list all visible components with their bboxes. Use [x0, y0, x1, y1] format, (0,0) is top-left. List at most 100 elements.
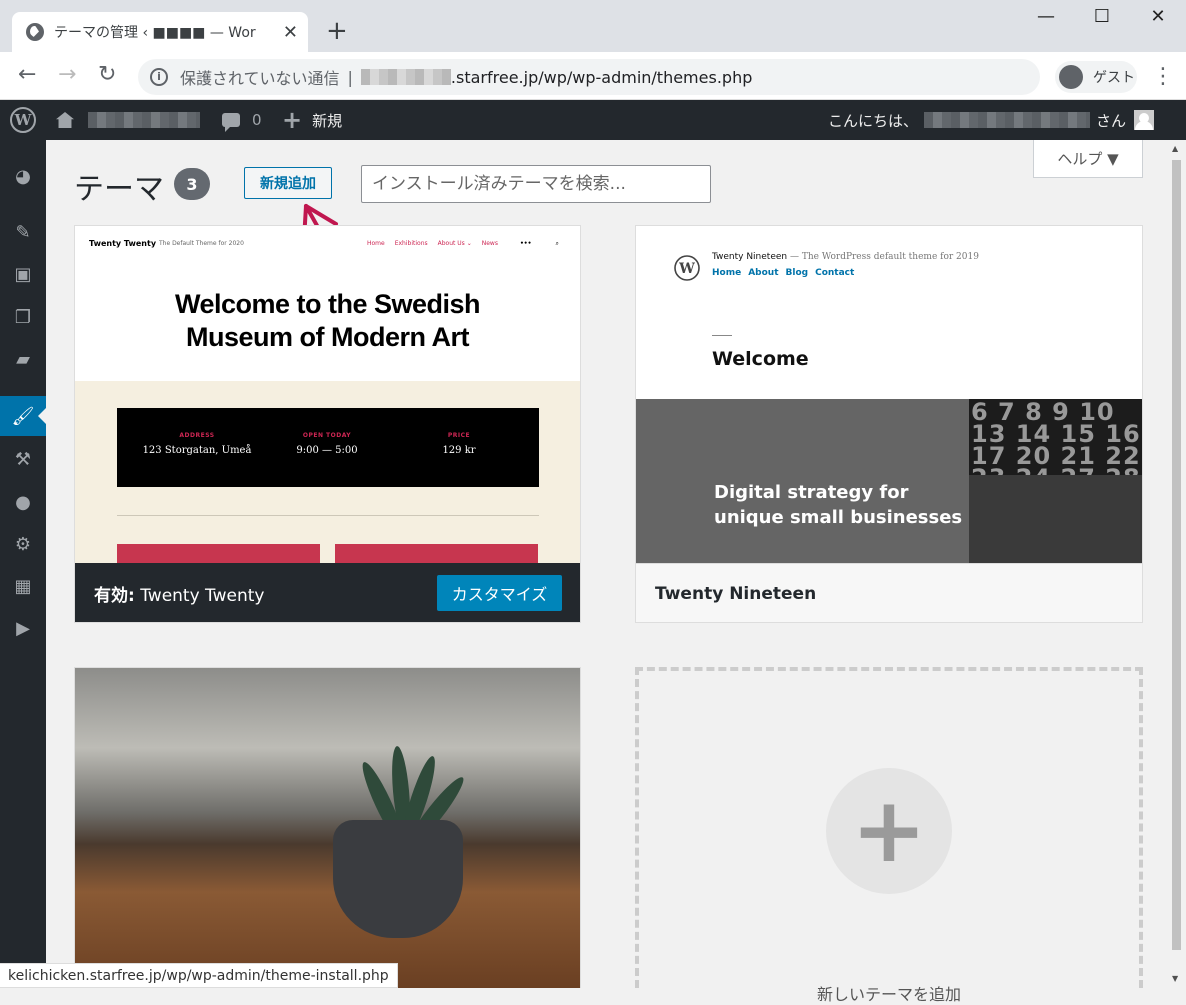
theme-name: Twenty Nineteen — [636, 563, 1142, 622]
preview-divider — [117, 515, 539, 516]
preview-info-col: ADDRESS 123 Storgatan, Umeå — [137, 432, 257, 456]
security-label: 保護されていない通信 — [180, 69, 340, 88]
greeting-label: こんにちは、 — [828, 111, 919, 130]
preview-welcome: Welcome — [712, 348, 809, 370]
preview-plant-area — [969, 475, 1142, 563]
page-scrollbar[interactable]: ▲ ▼ — [1168, 140, 1186, 988]
separator: | — [347, 67, 353, 87]
profile-button[interactable]: ゲスト — [1055, 61, 1137, 93]
reload-icon[interactable]: ↻ — [98, 64, 116, 86]
theme-card-third[interactable] — [74, 667, 581, 988]
preview-heading-line: Welcome to the Swedish — [174, 289, 481, 319]
preview-hero-line: Digital strategy for — [714, 482, 909, 503]
preview-info-value: 123 Storgatan, Umeå — [142, 445, 252, 456]
comments-icon[interactable]: ▰ — [9, 345, 37, 373]
pin-icon[interactable]: ✎ — [9, 218, 37, 246]
home-icon — [56, 112, 74, 128]
preview-nav-item: Home — [712, 268, 742, 278]
appearance-icon[interactable]: 🖌 — [0, 396, 46, 436]
preview-hero-text: Digital strategy for unique small busine… — [714, 480, 962, 530]
back-icon[interactable]: ← — [18, 64, 36, 86]
redacted-site-name — [88, 112, 200, 128]
globe-icon — [26, 23, 44, 41]
wordpress-logo-icon: W — [674, 255, 700, 281]
theme-search-input[interactable] — [361, 165, 711, 203]
media-icon[interactable]: ▣ — [9, 260, 37, 288]
preview-hero-image: 6 7 8 9 10 13 14 15 16 17 20 21 22 23 24… — [636, 399, 1142, 563]
preview-nav-item: Exhibitions — [394, 240, 428, 247]
preview-info-key: OPEN TODAY — [302, 432, 352, 439]
preview-hero-line: unique small businesses — [714, 507, 963, 528]
close-window-icon[interactable]: ✕ — [1138, 6, 1178, 27]
wp-logo-button[interactable]: W — [10, 100, 36, 140]
preview-info-key: ADDRESS — [179, 432, 215, 439]
preview-search-icon: ⌕ — [555, 240, 559, 247]
scrollbar-thumb[interactable] — [1172, 160, 1181, 950]
scroll-down-icon[interactable]: ▼ — [1172, 974, 1178, 983]
customize-button[interactable]: カスタマイズ — [437, 575, 562, 611]
redacted-domain — [360, 69, 451, 85]
theme-card-active[interactable]: Twenty Twenty The Default Theme for 2020… — [74, 225, 581, 623]
preview-info-col: OPEN TODAY 9:00 — 5:00 — [267, 432, 387, 456]
browser-toolbar: ← → ↻ i 保護されていない通信 | .starfree.jp/wp/wp-… — [0, 52, 1186, 100]
new-content-button[interactable]: + 新規 — [282, 100, 342, 140]
browser-status-url: kelichicken.starfree.jp/wp/wp-admin/them… — [0, 963, 398, 988]
menu-kebab-icon[interactable]: ⋮ — [1152, 64, 1174, 89]
preview-heading: Welcome to the Swedish Museum of Modern … — [75, 288, 580, 354]
wp-admin-bar: W 0 + 新規 こんにちは、 さん — [0, 100, 1186, 140]
minimize-icon[interactable]: — — [1026, 6, 1066, 27]
comments-button[interactable]: 0 — [222, 100, 262, 140]
theme-actions-bar: 有効: Twenty Twenty カスタマイズ — [75, 563, 580, 622]
plugins-icon[interactable]: ⚒ — [9, 445, 37, 473]
preview-tagline: The Default Theme for 2020 — [159, 240, 244, 247]
comment-icon — [222, 113, 240, 132]
plus-icon: + — [282, 106, 303, 134]
profile-label: ゲスト — [1093, 70, 1135, 86]
preview-info-col: PRICE 129 kr — [399, 432, 519, 456]
page-title: テーマ — [74, 172, 164, 207]
site-name-button[interactable] — [56, 100, 200, 140]
preview-menu-icon: ••• — [519, 240, 532, 247]
preview-divider — [712, 335, 732, 336]
info-icon[interactable]: i — [150, 68, 168, 86]
preview-nav-item: About — [748, 268, 779, 278]
browser-tab[interactable]: テーマの管理 ‹ ■■■■ — Wor ✕ — [12, 12, 308, 52]
tools-icon[interactable]: ⚙ — [9, 530, 37, 558]
maximize-icon[interactable]: ☐ — [1082, 6, 1122, 27]
users-icon[interactable]: ● — [9, 488, 37, 516]
plus-icon: + — [826, 768, 952, 894]
forward-icon[interactable]: → — [58, 64, 76, 86]
theme-screenshot-image — [75, 668, 580, 988]
my-account-button[interactable]: こんにちは、 さん — [828, 100, 1155, 140]
address-url: .starfree.jp/wp/wp-admin/themes.php — [450, 67, 753, 87]
active-prefix: 有効: — [94, 585, 135, 606]
preview-tagline: — The WordPress default theme for 2019 — [789, 252, 979, 262]
scroll-up-icon[interactable]: ▲ — [1172, 144, 1178, 153]
play-icon[interactable]: ▶ — [9, 614, 37, 642]
new-tab-button[interactable]: + — [326, 18, 348, 44]
dashboard-icon[interactable]: ◕ — [9, 162, 37, 190]
preview-info-value: 9:00 — 5:00 — [296, 445, 358, 456]
preview-info-value: 129 kr — [442, 445, 476, 456]
address-bar[interactable]: i 保護されていない通信 | .starfree.jp/wp/wp-admin/… — [138, 59, 1040, 95]
preview-site-line: Twenty Nineteen — The WordPress default … — [712, 252, 979, 262]
theme-count-badge: 3 — [174, 168, 210, 200]
admin-side-menu: ◕ ✎ ▣ ❐ ▰ 🖌 ⚒ ● ⚙ ▦ ▶ — [0, 140, 46, 988]
help-tab-button[interactable]: ヘルプ ▼ — [1033, 140, 1143, 178]
theme-card-twenty-nineteen[interactable]: W Twenty Nineteen — The WordPress defaul… — [635, 225, 1143, 623]
theme-preview-header: Twenty Twenty The Default Theme for 2020… — [75, 226, 580, 381]
close-tab-icon[interactable]: ✕ — [283, 22, 298, 43]
add-new-theme-card[interactable]: + 新しいテーマを追加 — [635, 667, 1143, 1004]
browser-tab-bar: テーマの管理 ‹ ■■■■ — Wor ✕ + — ☐ ✕ — [0, 0, 1186, 52]
add-new-theme-button[interactable]: 新規追加 — [244, 167, 332, 199]
pages-icon[interactable]: ❐ — [9, 303, 37, 331]
theme-name: Twenty Twenty — [140, 585, 265, 606]
settings-icon[interactable]: ▦ — [9, 572, 37, 600]
tab-title: テーマの管理 ‹ ■■■■ — Wor — [54, 25, 256, 41]
preview-info-key: PRICE — [447, 432, 471, 439]
preview-site-title: Twenty Twenty — [89, 239, 157, 248]
preview-site-title: Twenty Nineteen — [712, 252, 788, 262]
new-label: 新規 — [312, 111, 343, 130]
preview-calendar: 6 7 8 9 10 13 14 15 16 17 20 21 22 23 24… — [969, 399, 1142, 490]
preview-nav: Home About Blog Contact — [712, 268, 854, 278]
